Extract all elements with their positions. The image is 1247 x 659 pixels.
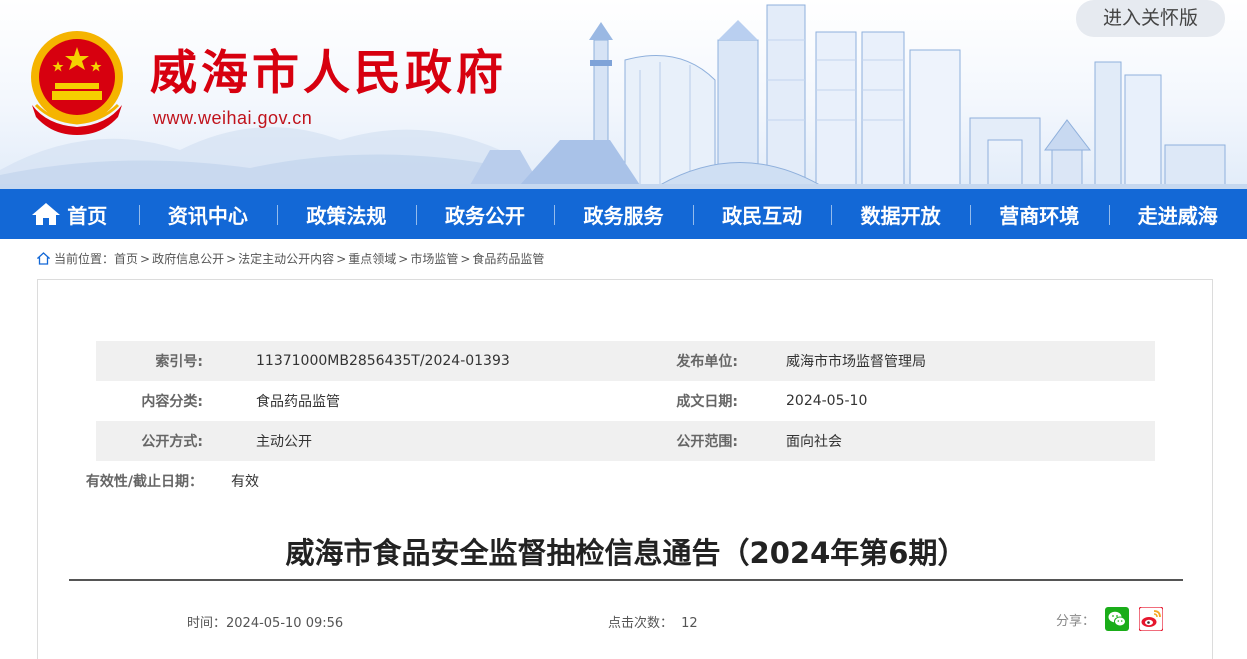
publisher-label: 发布单位: bbox=[673, 351, 738, 371]
nav-item-gov-affairs[interactable]: 政务公开 bbox=[416, 189, 555, 239]
category-label: 内容分类: bbox=[96, 391, 203, 411]
validity-value: 有效 bbox=[203, 471, 673, 491]
metadata-row: 内容分类: 食品药品监管 成文日期: 2024-05-10 bbox=[96, 381, 1155, 421]
article-panel: 索引号: 11371000MB2856435T/2024-01393 发布单位:… bbox=[37, 279, 1213, 659]
share-bar: 分享： bbox=[1056, 607, 1163, 631]
header-banner: 威海市人民政府 www.weihai.gov.cn 进入关怀版 bbox=[0, 0, 1247, 189]
metadata-row: 索引号: 11371000MB2856435T/2024-01393 发布单位:… bbox=[96, 341, 1155, 381]
location-icon bbox=[37, 252, 50, 265]
elder-mode-button[interactable]: 进入关怀版 bbox=[1076, 0, 1225, 37]
index-label: 索引号: bbox=[96, 351, 203, 371]
mode-label: 公开方式: bbox=[96, 431, 203, 451]
weibo-icon[interactable] bbox=[1139, 607, 1163, 631]
national-emblem-logo bbox=[22, 25, 132, 137]
scope-label: 公开范围: bbox=[673, 431, 738, 451]
publisher-value: 威海市市场监督管理局 bbox=[738, 351, 926, 371]
metadata-row: 公开方式: 主动公开 公开范围: 面向社会 bbox=[96, 421, 1155, 461]
date-label: 成文日期: bbox=[673, 391, 738, 411]
click-count: 点击次数： 12 bbox=[608, 612, 698, 631]
index-value: 11371000MB2856435T/2024-01393 bbox=[203, 353, 673, 369]
nav-item-gov-services[interactable]: 政务服务 bbox=[554, 189, 693, 239]
breadcrumb-link[interactable]: 法定主动公开内容 bbox=[238, 250, 334, 267]
site-url[interactable]: www.weihai.gov.cn bbox=[153, 108, 312, 129]
site-title: 威海市人民政府 bbox=[150, 44, 507, 104]
breadcrumb: 当前位置： 首页> 政府信息公开> 法定主动公开内容> 重点领域> 市场监管> … bbox=[0, 239, 1247, 278]
wechat-icon[interactable] bbox=[1105, 607, 1129, 631]
clicks-label: 点击次数： bbox=[608, 616, 673, 631]
nav-item-label: 首页 bbox=[67, 200, 107, 229]
nav-item-about-weihai[interactable]: 走进威海 bbox=[1109, 189, 1247, 239]
category-value: 食品药品监管 bbox=[203, 391, 673, 411]
breadcrumb-link[interactable]: 首页 bbox=[114, 250, 138, 267]
main-nav: 首页 资讯中心 政策法规 政务公开 政务服务 政民互动 数据开放 营商环境 走进… bbox=[0, 189, 1247, 239]
breadcrumb-separator: > bbox=[140, 252, 150, 266]
validity-label: 有效性/截止日期： bbox=[71, 471, 203, 491]
scope-value: 面向社会 bbox=[738, 431, 842, 451]
time-label: 时间： bbox=[187, 616, 226, 631]
article-title: 威海市食品安全监督抽检信息通告（2024年第6期） bbox=[38, 530, 1214, 572]
breadcrumb-link[interactable]: 重点领域 bbox=[348, 250, 396, 267]
metadata-table: 索引号: 11371000MB2856435T/2024-01393 发布单位:… bbox=[96, 341, 1155, 501]
clicks-value: 12 bbox=[681, 616, 698, 631]
nav-item-business[interactable]: 营商环境 bbox=[970, 189, 1109, 239]
nav-item-news[interactable]: 资讯中心 bbox=[139, 189, 278, 239]
time-value: 2024-05-10 09:56 bbox=[226, 616, 343, 631]
nav-item-open-data[interactable]: 数据开放 bbox=[831, 189, 970, 239]
mode-value: 主动公开 bbox=[203, 431, 673, 451]
title-divider bbox=[69, 579, 1183, 581]
home-icon bbox=[31, 202, 61, 226]
nav-item-policy[interactable]: 政策法规 bbox=[277, 189, 416, 239]
breadcrumb-link[interactable]: 市场监管 bbox=[410, 250, 458, 267]
nav-item-home[interactable]: 首页 bbox=[0, 189, 139, 239]
breadcrumb-prefix: 当前位置： bbox=[54, 250, 114, 267]
publish-time: 时间：2024-05-10 09:56 bbox=[187, 612, 343, 631]
breadcrumb-link[interactable]: 政府信息公开 bbox=[152, 250, 224, 267]
share-label: 分享： bbox=[1056, 610, 1095, 629]
breadcrumb-link[interactable]: 食品药品监管 bbox=[472, 250, 544, 267]
breadcrumb-separator: > bbox=[398, 252, 408, 266]
breadcrumb-separator: > bbox=[460, 252, 470, 266]
date-value: 2024-05-10 bbox=[738, 393, 867, 409]
metadata-row: 有效性/截止日期： 有效 bbox=[96, 461, 1155, 501]
nav-item-interaction[interactable]: 政民互动 bbox=[693, 189, 832, 239]
breadcrumb-separator: > bbox=[226, 252, 236, 266]
breadcrumb-separator: > bbox=[336, 252, 346, 266]
